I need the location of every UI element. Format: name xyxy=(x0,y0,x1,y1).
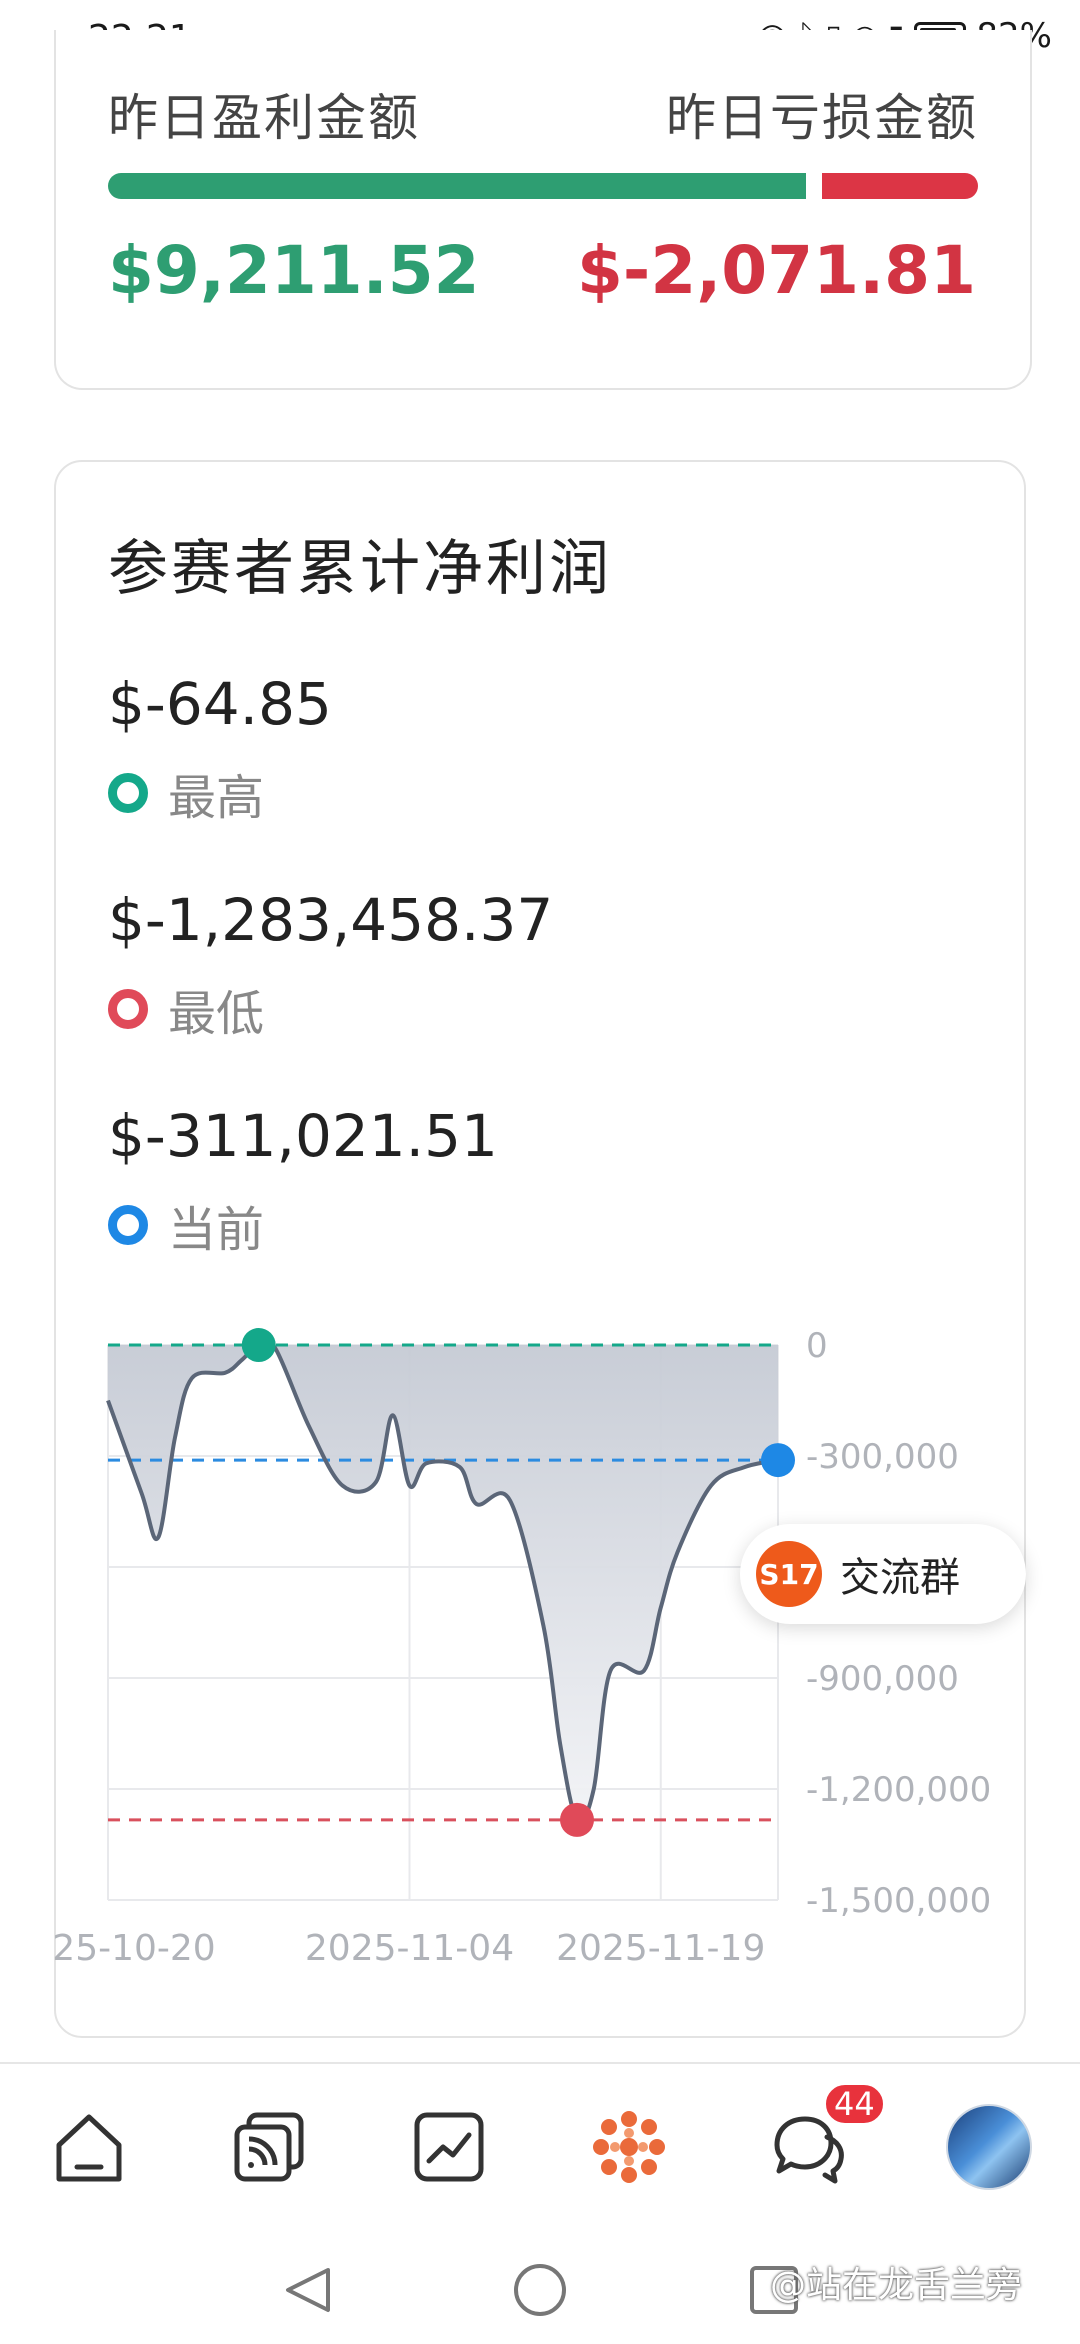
home-icon xyxy=(56,2114,122,2182)
bottom-nav xyxy=(0,2062,1080,2244)
profit-bar xyxy=(108,173,806,199)
mandala-icon xyxy=(593,2111,665,2183)
nav-home[interactable] xyxy=(44,2102,134,2192)
low-dot-icon xyxy=(108,989,148,1029)
nav-feed[interactable] xyxy=(224,2102,314,2192)
chat-group-button[interactable]: S17 交流群 xyxy=(740,1524,1026,1624)
loss-bar xyxy=(822,173,978,199)
y-tick-label: -1,500,000 xyxy=(806,1881,991,1921)
stat-current-value: $-311,021.51 xyxy=(108,1102,498,1170)
x-tick-label: 25-10-20 xyxy=(52,1928,215,1969)
stat-low-text: 最低 xyxy=(168,986,265,1042)
y-tick-label: -900,000 xyxy=(806,1659,959,1699)
profit-label: 昨日盈利金额 xyxy=(108,89,420,147)
watermark: @站在龙舌兰旁 xyxy=(770,2265,1023,2306)
loss-label: 昨日亏损金额 xyxy=(666,89,978,147)
stat-high-label: 最高 xyxy=(108,758,264,828)
back-icon[interactable] xyxy=(286,2268,330,2312)
messages-badge: 44 xyxy=(823,2082,886,2126)
current-dot-icon xyxy=(108,1205,148,1245)
stat-high-value: $-64.85 xyxy=(108,670,332,738)
stat-low-value: $-1,283,458.37 xyxy=(108,886,554,954)
home-circle-icon[interactable] xyxy=(514,2264,566,2316)
stat-low-label: 最低 xyxy=(108,974,264,1044)
y-tick-label: 0 xyxy=(806,1326,828,1366)
nav-community[interactable] xyxy=(584,2102,674,2192)
x-tick-label: 2025-11-04 xyxy=(305,1928,514,1969)
profit-value: $9,211.52 xyxy=(108,232,480,309)
y-tick-label: -1,200,000 xyxy=(806,1770,991,1810)
nav-chart[interactable] xyxy=(404,2102,494,2192)
loss-value: $-2,071.81 xyxy=(577,232,976,309)
stat-high-text: 最高 xyxy=(168,770,265,826)
data-marker xyxy=(241,1328,276,1363)
chart-icon xyxy=(414,2112,484,2182)
avatar xyxy=(946,2104,1032,2190)
stat-current-label: 当前 xyxy=(108,1190,264,1260)
x-tick-label: 2025-11-19 xyxy=(556,1928,765,1969)
chip-label: 交流群 xyxy=(840,1555,960,1601)
data-marker xyxy=(761,1443,795,1478)
data-marker xyxy=(560,1802,594,1837)
stat-current-text: 当前 xyxy=(168,1202,265,1258)
high-dot-icon xyxy=(108,773,148,813)
nav-profile[interactable] xyxy=(944,2102,1034,2192)
chip-badge-icon: S17 xyxy=(756,1541,822,1607)
y-tick-label: -300,000 xyxy=(806,1437,959,1477)
card-title: 参赛者累计净利润 xyxy=(108,534,612,604)
feed-icon xyxy=(234,2112,304,2182)
